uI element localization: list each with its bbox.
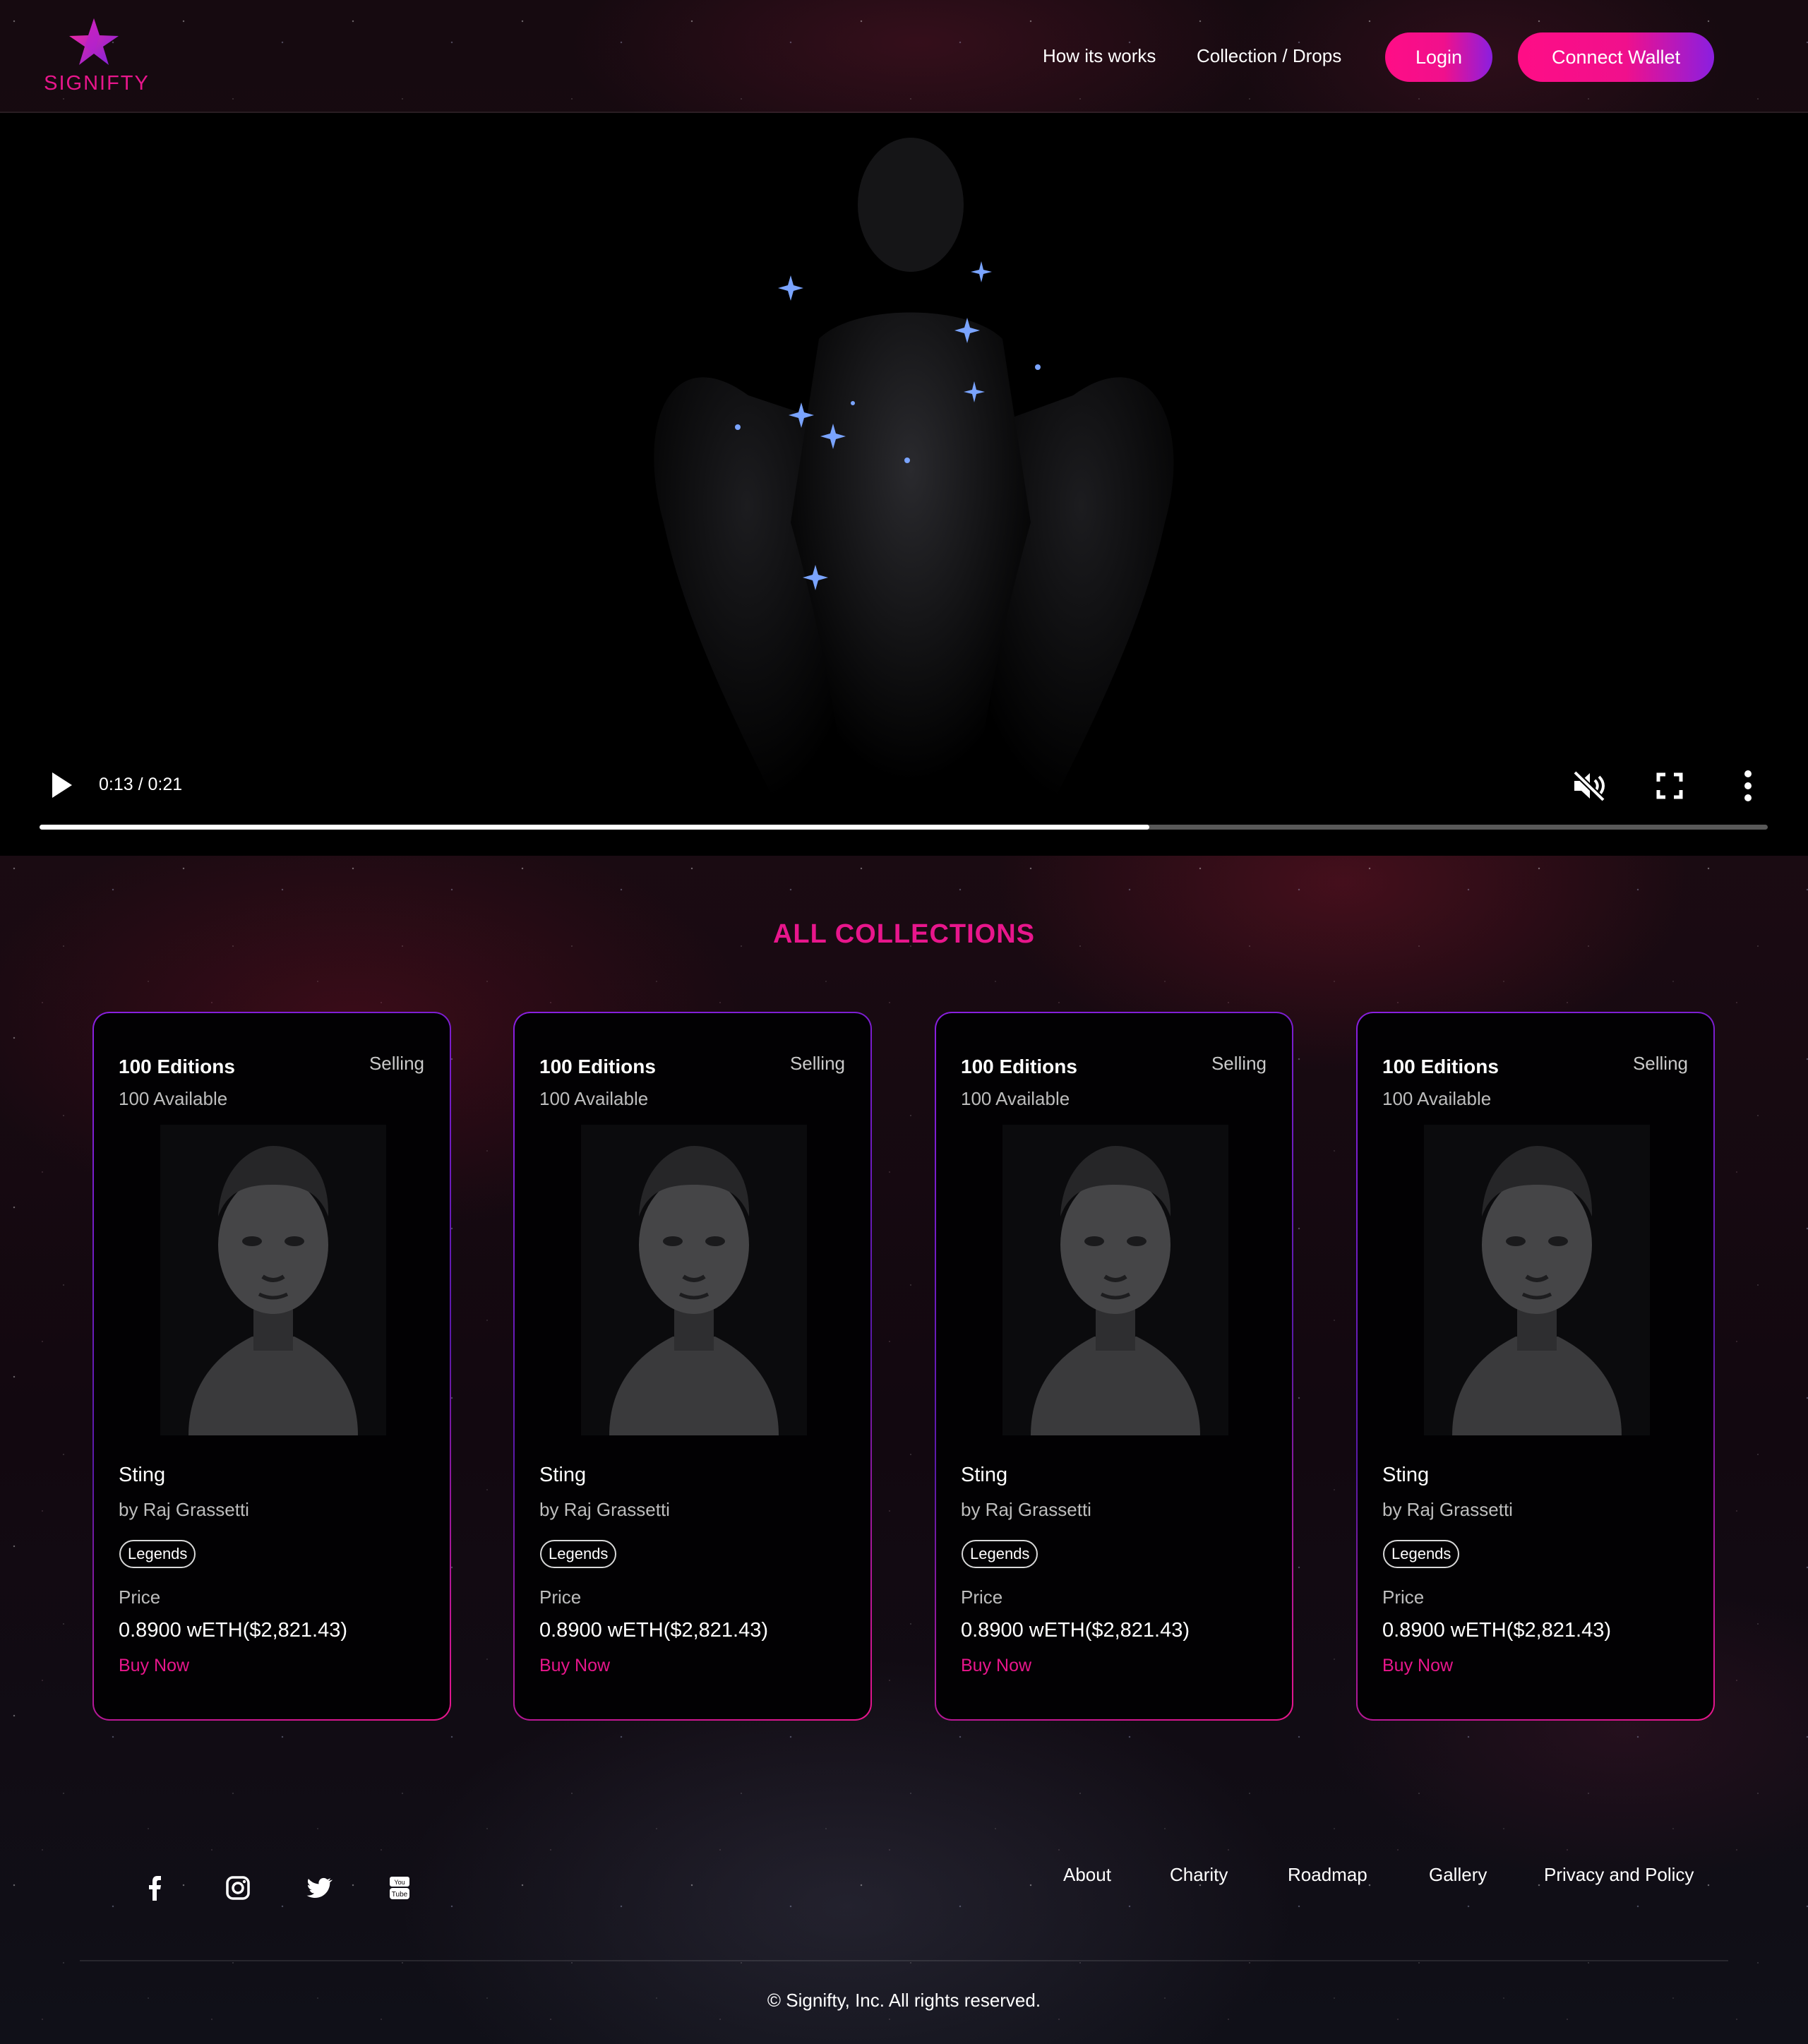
play-icon[interactable] [49, 771, 73, 799]
available-count: 100 Available [119, 1088, 228, 1109]
footer-link-gallery[interactable]: Gallery [1429, 1864, 1487, 1886]
fullscreen-icon[interactable] [1656, 772, 1683, 799]
editions-count: 100 Editions [119, 1056, 235, 1077]
footer-link-roadmap[interactable]: Roadmap [1288, 1864, 1367, 1886]
artwork-name: Sting [119, 1464, 166, 1486]
bust-artwork-image[interactable] [160, 1125, 386, 1435]
price-label: Price [1382, 1586, 1425, 1608]
twitter-icon[interactable] [305, 1874, 333, 1902]
video-player[interactable]: 0:13 / 0:21 [0, 113, 1808, 856]
footer-link-charity[interactable]: Charity [1170, 1864, 1228, 1886]
artwork-name: Sting [961, 1464, 1008, 1486]
more-vertical-icon[interactable] [1740, 770, 1756, 802]
video-time: 0:13 / 0:21 [99, 775, 183, 794]
logo[interactable]: SIGNIFTY [44, 18, 150, 96]
nav-how-it-works[interactable]: How its works [1043, 45, 1156, 67]
category-tag[interactable]: Legends [119, 1540, 196, 1568]
video-progress-fill [40, 825, 1149, 830]
login-button[interactable]: Login [1385, 32, 1492, 82]
svg-text:Tube: Tube [392, 1891, 408, 1899]
bust-artwork-image[interactable] [581, 1125, 807, 1435]
editions-count: 100 Editions [1382, 1056, 1499, 1077]
price-label: Price [539, 1586, 582, 1608]
buy-now-link[interactable]: Buy Now [1382, 1656, 1453, 1676]
available-count: 100 Available [1382, 1088, 1492, 1109]
buy-now-link[interactable]: Buy Now [119, 1656, 189, 1676]
bust-artwork-image[interactable] [1424, 1125, 1650, 1435]
collection-card[interactable]: 100 Editions Selling 100 Available Sting… [513, 1012, 872, 1721]
status-badge: Selling [1211, 1053, 1267, 1074]
connect-wallet-button[interactable]: Connect Wallet [1518, 32, 1714, 82]
angel-statue-video-frame [654, 138, 1174, 833]
svg-text:You: You [394, 1879, 405, 1886]
price-value: 0.8900 wETH($2,821.43) [539, 1619, 769, 1642]
editions-count: 100 Editions [539, 1056, 656, 1077]
facebook-icon[interactable] [140, 1874, 169, 1902]
price-value: 0.8900 wETH($2,821.43) [119, 1619, 348, 1642]
collection-card[interactable]: 100 Editions Selling 100 Available Sting… [92, 1012, 451, 1721]
artist-name: by Raj Grassetti [539, 1499, 670, 1520]
section-title: ALL COLLECTIONS [772, 919, 1036, 949]
buy-now-link[interactable]: Buy Now [961, 1656, 1031, 1676]
video-progress-bar[interactable] [40, 825, 1768, 830]
collection-card[interactable]: 100 Editions Selling 100 Available Sting… [935, 1012, 1293, 1721]
price-value: 0.8900 wETH($2,821.43) [1382, 1619, 1612, 1642]
footer-divider [80, 1960, 1728, 1961]
price-label: Price [119, 1586, 161, 1608]
youtube-icon[interactable]: You Tube [385, 1874, 414, 1902]
status-badge: Selling [1632, 1053, 1688, 1074]
volume-muted-icon[interactable] [1571, 770, 1607, 802]
category-tag[interactable]: Legends [540, 1540, 617, 1568]
logo-text: SIGNIFTY [44, 72, 150, 95]
artwork-name: Sting [539, 1464, 587, 1486]
collection-card[interactable]: 100 Editions Selling 100 Available Sting… [1356, 1012, 1715, 1721]
footer-link-privacy-policy[interactable]: Privacy and Policy [1544, 1864, 1694, 1886]
bust-artwork-image[interactable] [1002, 1125, 1228, 1435]
buy-now-link[interactable]: Buy Now [539, 1656, 610, 1676]
category-tag[interactable]: Legends [962, 1540, 1038, 1568]
status-badge: Selling [789, 1053, 845, 1074]
artwork-name: Sting [1382, 1464, 1430, 1486]
footer-link-about[interactable]: About [1063, 1864, 1111, 1886]
star-logo-icon [69, 18, 119, 65]
copyright-text: © Signifty, Inc. All rights reserved. [767, 1990, 1041, 2011]
artist-name: by Raj Grassetti [119, 1499, 249, 1520]
instagram-icon[interactable] [224, 1874, 252, 1902]
price-label: Price [961, 1586, 1003, 1608]
artist-name: by Raj Grassetti [961, 1499, 1091, 1520]
price-value: 0.8900 wETH($2,821.43) [961, 1619, 1190, 1642]
collection-grid: 100 Editions Selling 100 Available Sting… [92, 1012, 1715, 1721]
available-count: 100 Available [539, 1088, 649, 1109]
category-tag[interactable]: Legends [1383, 1540, 1460, 1568]
site-header: SIGNIFTY How its works Collection / Drop… [0, 0, 1808, 113]
nav-collection-drops[interactable]: Collection / Drops [1197, 45, 1341, 67]
available-count: 100 Available [961, 1088, 1070, 1109]
status-badge: Selling [369, 1053, 424, 1074]
editions-count: 100 Editions [961, 1056, 1077, 1077]
artist-name: by Raj Grassetti [1382, 1499, 1513, 1520]
